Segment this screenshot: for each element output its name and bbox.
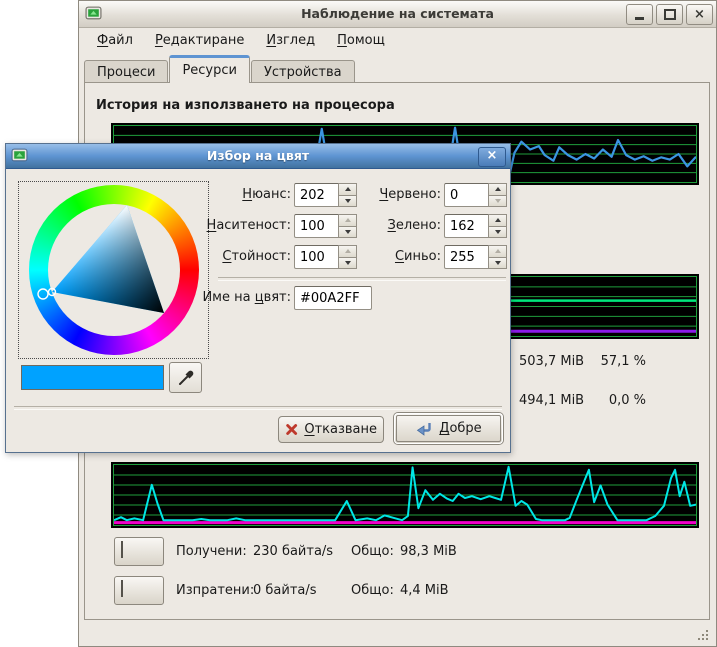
received-label: Получени:	[176, 544, 247, 559]
color-name-label: Име на цвят:	[96, 290, 291, 305]
separator	[14, 406, 502, 410]
red-spin-down[interactable]	[489, 196, 507, 208]
sent-color-button[interactable]	[114, 576, 164, 605]
eyedropper-button[interactable]	[169, 362, 202, 393]
menu-file[interactable]: Файл	[87, 30, 143, 51]
color-wheel[interactable]	[18, 181, 209, 359]
menu-edit[interactable]: Редактиране	[145, 30, 254, 51]
green-spin-up[interactable]	[489, 214, 507, 227]
menu-help[interactable]: Помощ	[327, 30, 395, 51]
ok-button[interactable]: Добре	[394, 413, 503, 444]
arrow-up-icon	[495, 218, 501, 222]
blue-label: Синьо:	[326, 249, 441, 264]
tab-resources[interactable]: Ресурси	[169, 55, 250, 83]
sent-total: 4,4 MiB	[400, 583, 449, 598]
received-total: 98,3 MiB	[400, 544, 457, 559]
red-spin-up[interactable]	[489, 183, 507, 196]
enter-arrow-icon	[415, 421, 433, 437]
menu-view[interactable]: Изглед	[256, 30, 325, 51]
dialog-titlebar[interactable]: Избор на цвят ×	[6, 144, 510, 169]
received-color-swatch	[121, 541, 123, 558]
green-input[interactable]	[444, 214, 489, 238]
main-titlebar[interactable]: Наблюдение на системата ×	[79, 1, 716, 28]
separator	[218, 277, 506, 281]
received-rate: 230 байта/s	[253, 544, 333, 559]
value-label: Стойност:	[96, 249, 291, 264]
arrow-down-icon	[495, 199, 501, 203]
color-name-input[interactable]	[294, 286, 372, 310]
maximize-icon	[664, 9, 676, 20]
minimize-icon	[635, 17, 644, 20]
dialog-close-button[interactable]: ×	[478, 147, 506, 167]
cancel-x-icon	[285, 422, 298, 437]
arrow-up-icon	[495, 249, 501, 253]
red-label: Червено:	[326, 187, 441, 202]
arrow-down-icon	[495, 261, 501, 265]
swap-used-percent: 0,0 %	[549, 393, 646, 408]
color-picker-dialog: Избор на цвят ×	[5, 143, 511, 453]
received-color-button[interactable]	[114, 537, 164, 566]
sat-val-triangle[interactable]	[19, 182, 208, 358]
green-label: Зелено:	[326, 218, 441, 233]
selected-color-preview	[21, 365, 164, 390]
window-title: Наблюдение на системата	[79, 6, 716, 21]
cancel-button[interactable]: Отказване	[278, 416, 384, 443]
arrow-up-icon	[495, 187, 501, 191]
tab-processes[interactable]: Процеси	[84, 60, 168, 83]
minimize-button[interactable]	[626, 4, 653, 25]
notebook-tabs: Процеси Ресурси Устройства	[84, 55, 709, 83]
resize-grip[interactable]	[697, 629, 710, 642]
blue-spin-up[interactable]	[489, 245, 507, 258]
cpu-history-title: История на използването на процесора	[96, 98, 395, 113]
received-total-label: Общо:	[351, 544, 394, 559]
close-icon: ×	[694, 8, 705, 21]
dialog-title: Избор на цвят	[6, 148, 510, 163]
sent-total-label: Общо:	[351, 583, 394, 598]
arrow-down-icon	[495, 230, 501, 234]
close-button[interactable]: ×	[686, 4, 713, 25]
blue-spin-down[interactable]	[489, 258, 507, 270]
blue-input[interactable]	[444, 245, 489, 269]
green-spin-down[interactable]	[489, 227, 507, 239]
maximize-button[interactable]	[656, 4, 683, 25]
menubar: Файл Редактиране Изглед Помощ	[79, 28, 716, 53]
eyedropper-icon	[177, 369, 195, 387]
red-input[interactable]	[444, 183, 489, 207]
memory-used-percent: 57,1 %	[549, 354, 646, 369]
sent-color-swatch	[121, 580, 123, 597]
saturation-label: Наситеност:	[96, 218, 291, 233]
sent-rate: 0 байта/s	[253, 583, 317, 598]
tab-devices[interactable]: Устройства	[251, 60, 355, 83]
hue-label: Нюанс:	[96, 187, 291, 202]
close-icon: ×	[487, 148, 498, 163]
network-history-chart	[111, 462, 699, 528]
sent-label: Изпратени:	[176, 583, 254, 598]
statusbar	[79, 622, 716, 646]
